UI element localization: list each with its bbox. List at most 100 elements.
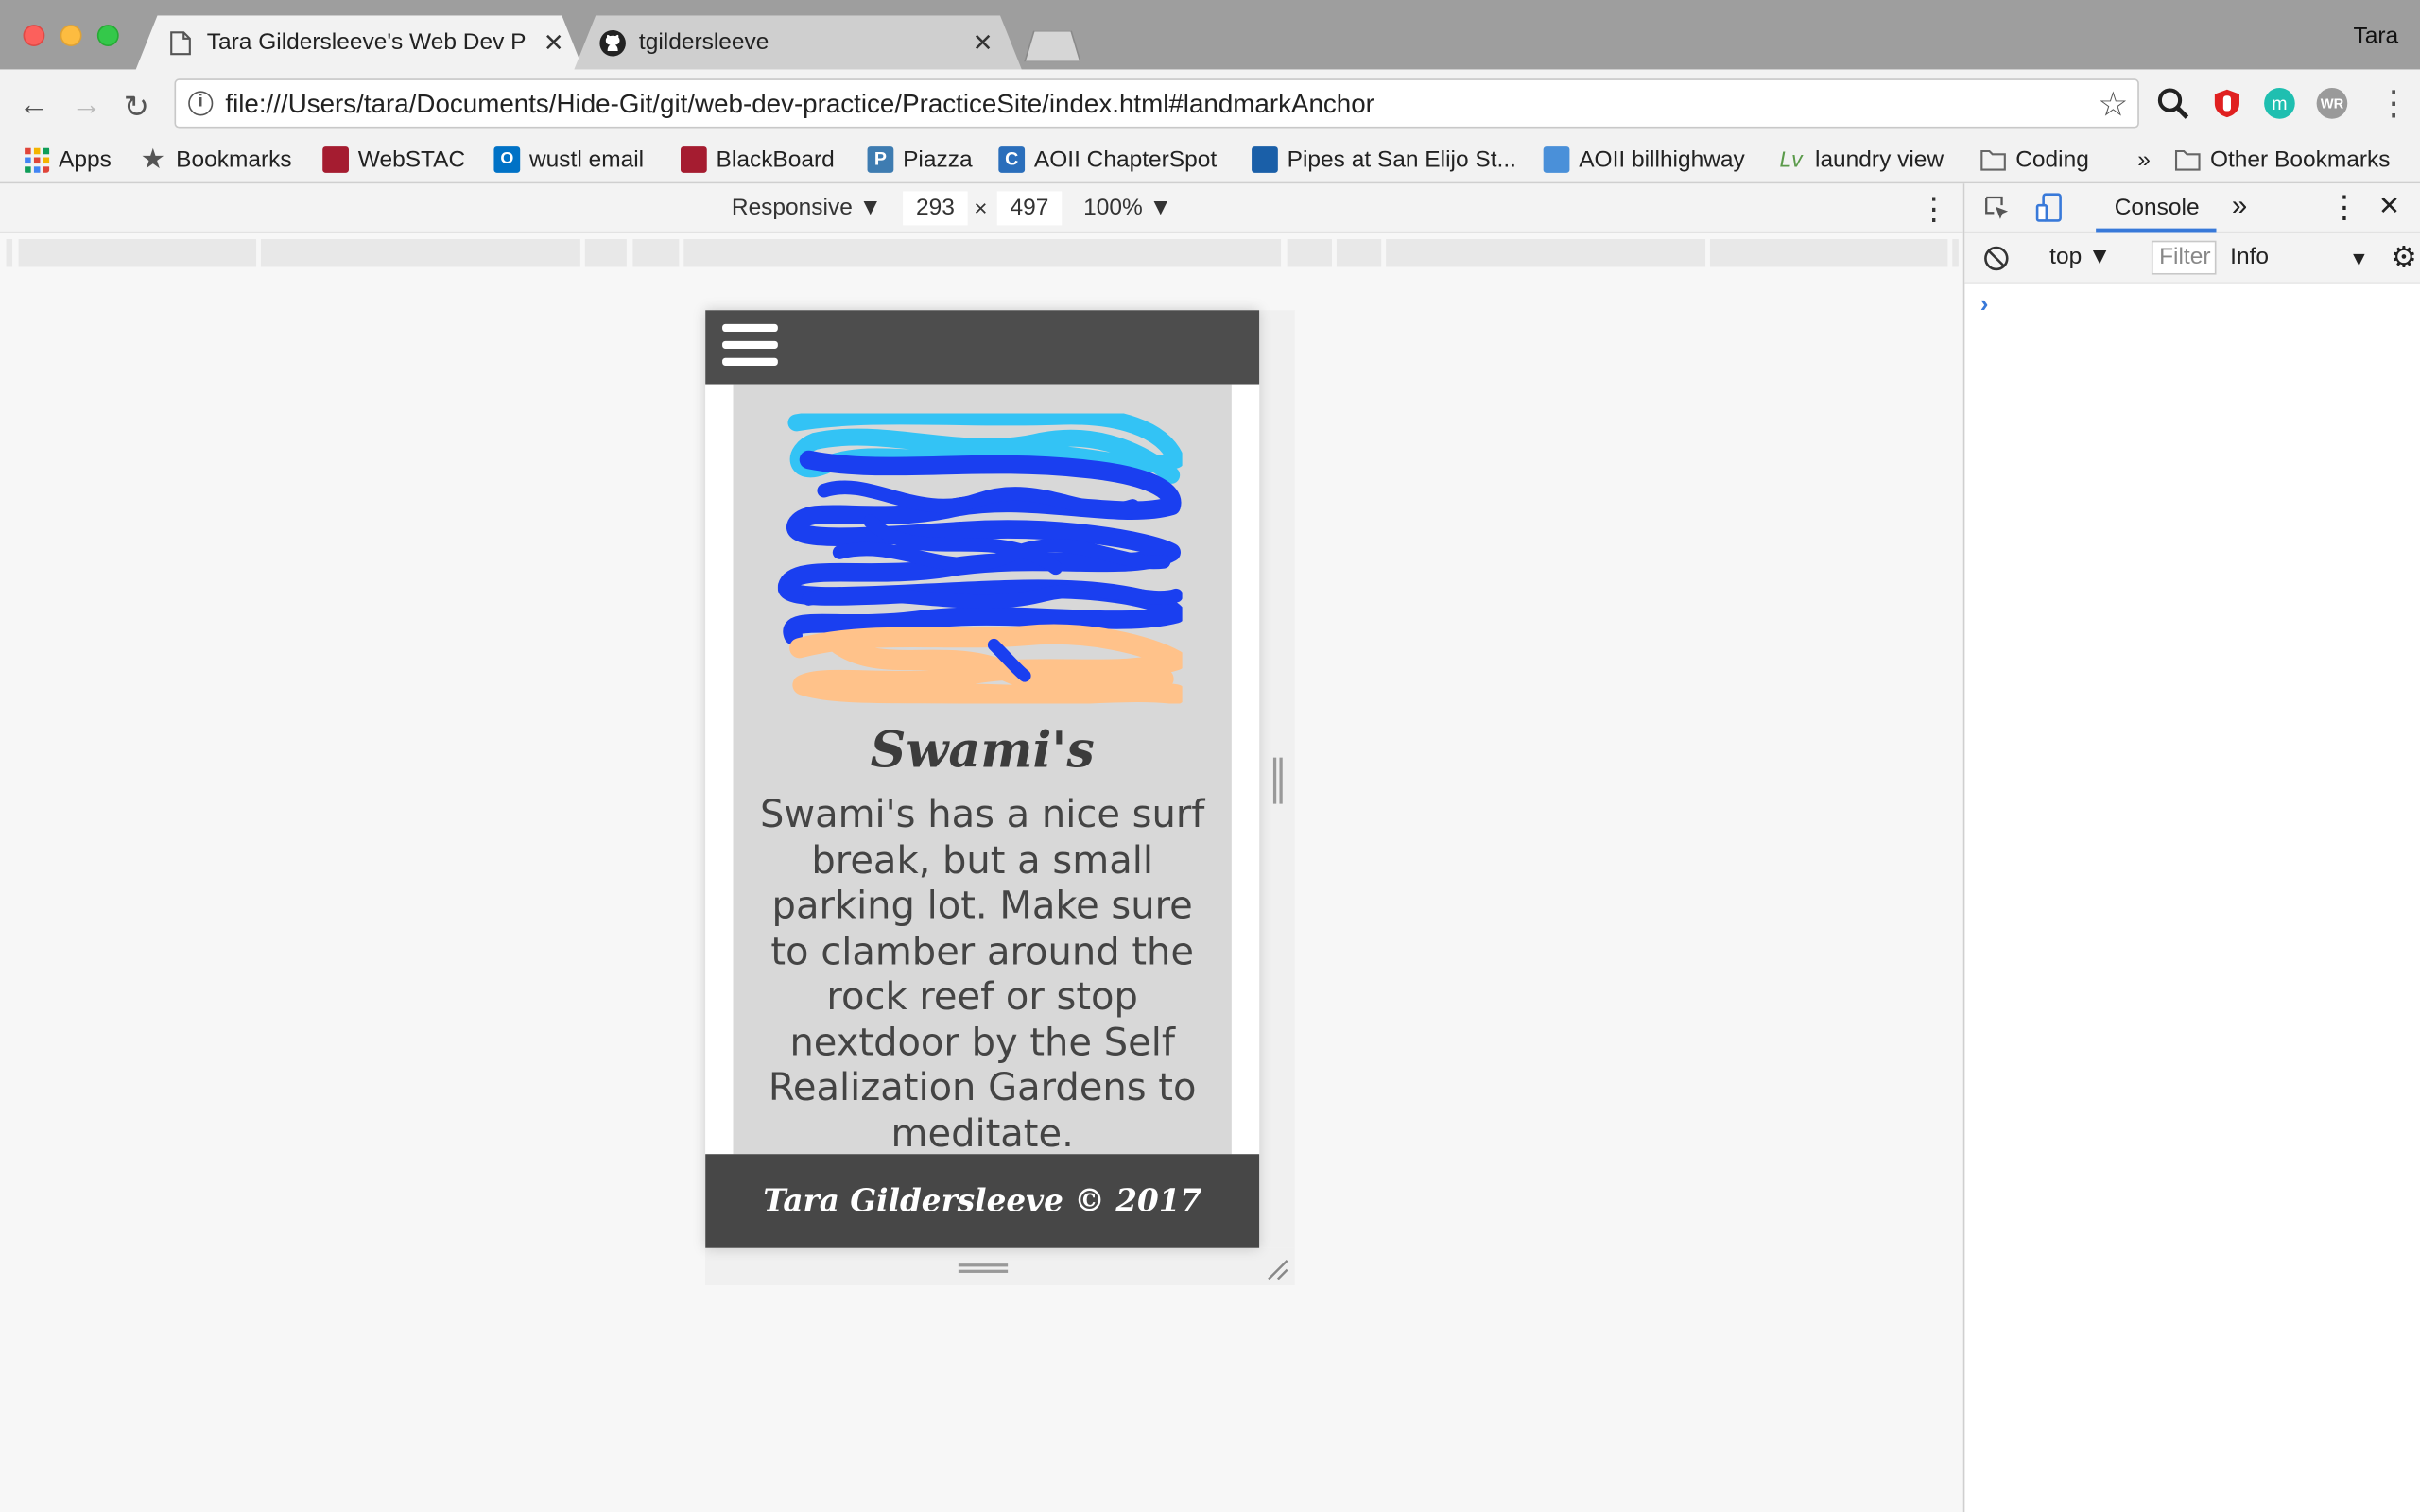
bookmark-laundry-view[interactable]: Lv laundry view — [1779, 142, 1944, 176]
surfline-icon — [1252, 146, 1278, 173]
bookmark-label: Coding — [2015, 146, 2089, 173]
new-tab-button[interactable] — [1022, 30, 1080, 62]
wr-extension-icon[interactable]: WR — [2316, 88, 2348, 119]
laundry-icon: Lv — [1779, 146, 1803, 171]
device-mode-label: Responsive — [731, 194, 853, 221]
media-query-segment[interactable] — [1709, 239, 1948, 267]
bookmark-wustl-email[interactable]: O wustl email — [493, 142, 644, 176]
bookmark-coding-folder[interactable]: Coding — [1980, 142, 2089, 176]
media-query-segment[interactable] — [683, 239, 1282, 267]
close-tab-icon[interactable]: ✕ — [973, 27, 994, 59]
console-settings-gear-icon[interactable]: ⚙ — [2391, 241, 2417, 277]
search-icon[interactable] — [2156, 86, 2190, 120]
menu-kebab-icon[interactable]: ⋮ — [2377, 83, 2411, 123]
bookmark-label: BlackBoard — [716, 146, 835, 173]
tab-active[interactable]: Tara Gildersleeve's Web Dev P ✕ — [135, 15, 584, 70]
more-tabs-chevron[interactable]: » — [2232, 190, 2247, 222]
bookmark-other-bookmarks[interactable]: Other Bookmarks — [2174, 142, 2391, 176]
viewport-resize-corner-icon[interactable] — [1266, 1258, 1290, 1282]
console-filter-input[interactable]: Filter — [2151, 240, 2217, 275]
bookmark-pipes[interactable]: Pipes at San Elijo St... — [1252, 142, 1516, 176]
bookmark-label: WebSTAC — [357, 146, 466, 173]
device-toggle-icon[interactable] — [2034, 193, 2066, 224]
viewport-resize-handle-bottom[interactable] — [958, 1263, 1009, 1273]
mercury-extension-icon[interactable]: m — [2264, 88, 2295, 119]
device-toolbar: Responsive ▼ 293 × 497 100% ▼ ⋮ — [0, 183, 1963, 233]
devtools-menu-kebab-icon[interactable]: ⋮ — [2329, 188, 2360, 227]
media-query-segment[interactable] — [1336, 239, 1382, 267]
page-icon — [170, 31, 191, 56]
hamburger-menu-icon[interactable] — [722, 323, 778, 370]
bookmark-label: wustl email — [529, 146, 645, 173]
tab-title: tgildersleeve — [638, 29, 769, 56]
bookmark-label: Piazza — [903, 146, 973, 173]
console-prompt[interactable]: › — [1980, 292, 1989, 319]
ublock-extension-icon[interactable] — [2212, 88, 2243, 119]
log-level-chevron-down-icon[interactable]: ▼ — [2349, 247, 2369, 269]
folder-icon — [1980, 149, 2006, 170]
bookmark-star-icon[interactable]: ☆ — [2098, 85, 2128, 125]
landmark-card: Swami's Swami's has a nice surf break, b… — [733, 384, 1232, 1155]
device-mode-dropdown[interactable]: Responsive ▼ — [732, 195, 882, 221]
device-options-kebab-icon[interactable]: ⋮ — [1918, 190, 1949, 229]
bookmark-billhighway[interactable]: AOII billhighway — [1543, 142, 1745, 176]
bookmark-label: AOII ChapterSpot — [1033, 146, 1218, 173]
close-devtools-icon[interactable]: ✕ — [2378, 191, 2400, 222]
landmark-title: Swami's — [870, 720, 1095, 780]
media-query-segment[interactable] — [632, 239, 680, 267]
dimension-separator: × — [974, 196, 988, 223]
profile-name[interactable]: Tara — [2353, 23, 2398, 49]
bookmark-piazza[interactable]: P Piazza — [867, 142, 973, 176]
webstac-icon — [322, 146, 349, 173]
outlook-icon: O — [493, 146, 521, 173]
chapterspot-icon: C — [998, 146, 1026, 173]
billhighway-icon — [1543, 146, 1570, 173]
star-icon: ★ — [140, 143, 165, 174]
viewport-height-input[interactable]: 497 — [996, 191, 1063, 226]
bookmark-blackboard[interactable]: BlackBoard — [681, 142, 835, 176]
bookmark-label: Pipes at San Elijo St... — [1287, 146, 1516, 173]
browser-toolbar: ← → ↻ i file:///Users/tara/Documents/Hid… — [0, 69, 2420, 138]
bookmark-apps[interactable]: Apps — [23, 142, 112, 176]
bookmarks-overflow-chevron[interactable]: » — [2137, 142, 2151, 176]
zoom-label: 100% — [1083, 194, 1143, 221]
media-query-segment[interactable] — [18, 239, 257, 267]
bookmark-bookmarks[interactable]: ★ Bookmarks — [141, 142, 292, 176]
close-tab-icon[interactable]: ✕ — [544, 27, 564, 59]
reload-icon[interactable]: ↻ — [124, 88, 149, 127]
log-level-selector[interactable]: Info — [2230, 244, 2269, 270]
media-query-segment[interactable] — [1287, 239, 1332, 267]
bookmark-chapterspot[interactable]: C AOII ChapterSpot — [998, 142, 1217, 176]
url-text[interactable]: file:///Users/tara/Documents/Hide-Git/gi… — [225, 90, 1374, 121]
media-query-segment[interactable] — [6, 239, 13, 267]
bookmark-webstac[interactable]: WebSTAC — [322, 142, 465, 176]
info-icon[interactable]: i — [188, 91, 214, 116]
inspect-element-icon[interactable] — [1983, 195, 2011, 222]
tab-inactive[interactable]: tgildersleeve ✕ — [574, 15, 1022, 70]
blackboard-icon — [681, 146, 707, 173]
site-footer: Tara Gildersleeve © 2017 — [705, 1154, 1260, 1248]
piazza-icon: P — [867, 146, 894, 173]
media-query-segment[interactable] — [1952, 239, 1959, 267]
bookmarks-bar: Apps ★ Bookmarks WebSTAC O wustl email B… — [0, 137, 2420, 184]
media-query-segment[interactable] — [584, 239, 627, 267]
close-window-button[interactable] — [23, 25, 45, 46]
viewport-width-input[interactable]: 293 — [903, 191, 968, 226]
clear-console-icon[interactable] — [1983, 246, 2010, 272]
media-query-segment[interactable] — [1386, 239, 1706, 267]
zoom-window-button[interactable] — [96, 25, 119, 46]
media-query-segment[interactable] — [260, 239, 580, 267]
forward-arrow-icon[interactable]: → — [71, 88, 102, 124]
bookmark-label: Bookmarks — [176, 146, 292, 173]
bookmark-label: Apps — [59, 146, 112, 173]
context-selector[interactable]: top ▼ — [2049, 244, 2111, 270]
minimize-window-button[interactable] — [60, 25, 82, 46]
context-label: top — [2049, 243, 2083, 270]
viewport-resize-handle-right[interactable] — [1272, 757, 1283, 804]
zoom-dropdown[interactable]: 100% ▼ — [1083, 195, 1172, 221]
back-arrow-icon[interactable]: ← — [19, 88, 50, 124]
tab-console[interactable]: Console — [2115, 195, 2200, 221]
emulated-viewport: Swami's Swami's has a nice surf break, b… — [705, 310, 1260, 1248]
devtools-panel: Console » ⋮ ✕ top ▼ Filter Info ▼ ⚙ › — [1962, 183, 2420, 1512]
address-bar[interactable]: i file:///Users/tara/Documents/Hide-Git/… — [174, 78, 2139, 129]
